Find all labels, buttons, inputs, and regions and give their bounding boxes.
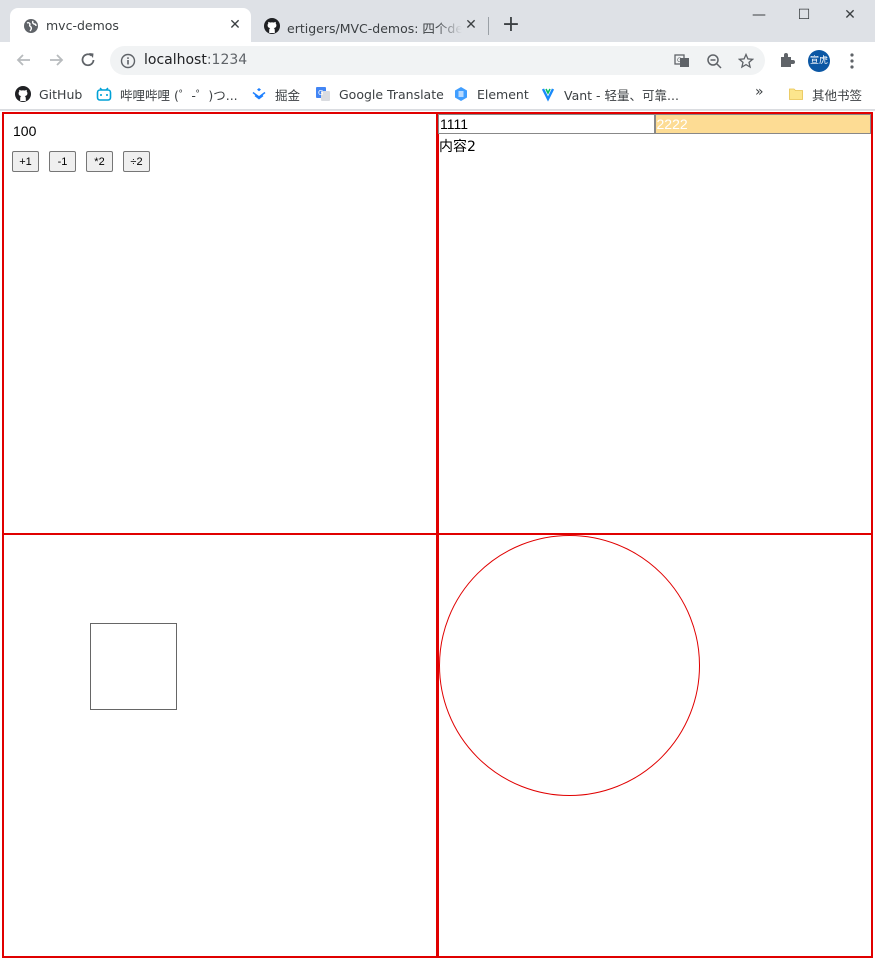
counter-value: 100 [13, 123, 37, 139]
kebab-menu-icon[interactable] [845, 52, 859, 70]
translate-icon[interactable]: G [674, 53, 690, 69]
bookmark-juejin[interactable]: 掘金 [251, 84, 300, 104]
extensions-icon[interactable] [779, 52, 795, 68]
info-icon[interactable] [120, 53, 136, 69]
tab-title: ertigers/MVC-demos: 四个demo [287, 21, 462, 36]
app2-tab-1[interactable]: 1111 [438, 114, 655, 134]
subtract-one-button[interactable]: -1 [49, 151, 76, 172]
bookmarks-overflow-icon[interactable]: » [755, 84, 764, 100]
new-tab-button[interactable]: + [500, 14, 522, 37]
maximize-icon[interactable]: ☐ [795, 6, 813, 24]
bookmark-github[interactable]: GitHub [15, 84, 82, 104]
divide-two-button[interactable]: ÷2 [123, 151, 150, 172]
vant-icon [541, 88, 555, 102]
bookmark-label: GitHub [39, 86, 83, 102]
reload-icon[interactable] [78, 50, 98, 70]
bookmark-label: Element [477, 86, 529, 102]
page-viewport: 100 +1 -1 *2 ÷2 1111 2222 内容2 [0, 111, 875, 960]
bookmarks-bar: GitHub 哔哩哔哩 (゜-゜)つ... 掘金 G Google Transl… [0, 78, 875, 110]
tab-mvc-demos[interactable]: mvc-demos ✕ [10, 8, 251, 42]
app1-panel: 100 +1 -1 *2 ÷2 [2, 112, 439, 535]
bookmark-element[interactable]: Element [453, 84, 529, 104]
bookmark-label: Vant - 轻量、可靠... [564, 87, 679, 103]
bookmark-label: 哔哩哔哩 (゜-゜)つ... [120, 87, 238, 103]
google-translate-icon: G [316, 87, 330, 101]
star-icon[interactable] [738, 53, 754, 69]
movable-square[interactable] [90, 623, 177, 710]
toolbar: localhost:1234 G 宣虎 [0, 42, 875, 78]
forward-icon[interactable] [46, 50, 66, 70]
avatar[interactable]: 宣虎 [808, 50, 830, 72]
folder-icon [789, 88, 803, 100]
globe-icon [24, 19, 38, 33]
close-icon[interactable]: ✕ [463, 17, 479, 33]
multiply-two-button[interactable]: *2 [86, 151, 113, 172]
tab-separator [488, 17, 489, 35]
app2-panel: 1111 2222 内容2 [436, 112, 873, 535]
minimize-icon[interactable]: — [750, 6, 768, 24]
bookmark-google-translate[interactable]: G Google Translate [315, 84, 444, 104]
juejin-icon [252, 88, 266, 100]
tab-title: mvc-demos [46, 18, 119, 33]
github-icon [264, 18, 280, 34]
zoom-out-icon[interactable] [706, 53, 722, 69]
url-text[interactable]: localhost:1234 [144, 52, 247, 68]
svg-text:G: G [318, 89, 323, 97]
bookmark-bilibili[interactable]: 哔哩哔哩 (゜-゜)つ... [96, 84, 238, 104]
other-bookmarks[interactable]: 其他书签 [788, 84, 862, 104]
app2-tab-content: 内容2 [439, 139, 476, 155]
tab-github[interactable]: ertigers/MVC-demos: 四个demo ✕ [251, 8, 487, 42]
close-icon[interactable]: ✕ [227, 17, 243, 33]
app3-panel [2, 533, 439, 958]
counter-buttons: +1 -1 *2 ÷2 [12, 151, 150, 172]
add-one-button[interactable]: +1 [12, 151, 39, 172]
bookmark-vant[interactable]: Vant - 轻量、可靠... [540, 84, 679, 104]
browser-window: mvc-demos ✕ ertigers/MVC-demos: 四个demo ✕… [0, 0, 875, 960]
app2-tab-bar: 1111 2222 [438, 114, 871, 134]
window-close-icon[interactable]: ✕ [841, 6, 859, 24]
tab-strip: mvc-demos ✕ ertigers/MVC-demos: 四个demo ✕… [0, 0, 875, 42]
animated-circle[interactable] [439, 535, 700, 796]
element-icon [455, 87, 467, 101]
bilibili-icon [96, 87, 112, 101]
bookmark-label: 掘金 [275, 87, 301, 103]
github-icon [15, 86, 31, 102]
bookmark-label: 其他书签 [812, 87, 863, 103]
back-icon[interactable] [14, 50, 34, 70]
address-bar[interactable]: localhost:1234 G [110, 46, 765, 75]
app4-panel [436, 533, 873, 958]
app2-tab-2[interactable]: 2222 [654, 114, 871, 134]
svg-text:G: G [677, 57, 682, 64]
bookmark-label: Google Translate [339, 86, 444, 102]
